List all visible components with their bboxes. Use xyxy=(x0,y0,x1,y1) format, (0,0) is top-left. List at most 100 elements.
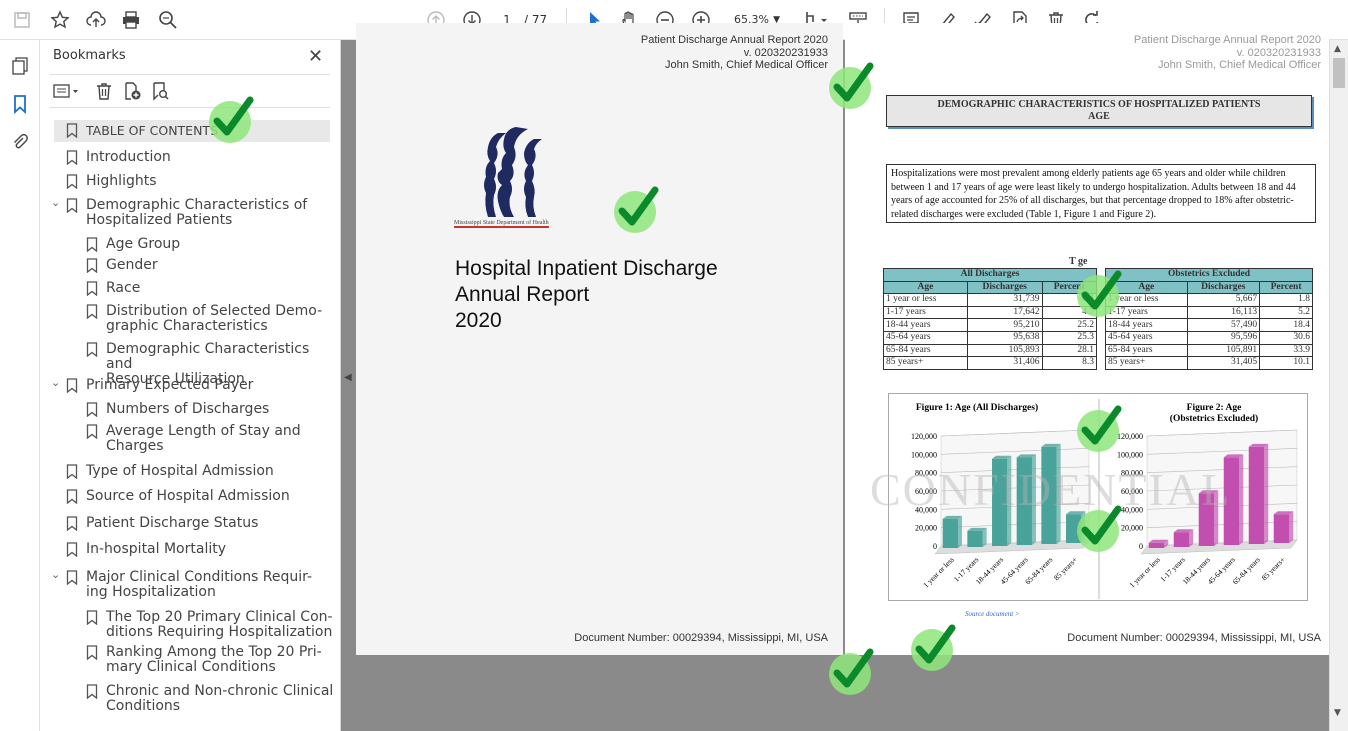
bookmark-icon xyxy=(86,304,98,320)
bookmark-toolbar xyxy=(50,74,330,108)
table-row: 65-84 years 105,891 33.9 xyxy=(1105,343,1313,358)
bookmark-item[interactable]: In-hospital Mortality xyxy=(40,542,340,558)
bar xyxy=(942,518,958,548)
bookmark-item[interactable]: Gender xyxy=(40,258,340,274)
bookmark-item[interactable]: Numbers of Discharges xyxy=(40,402,340,418)
y-tick-label: 0 xyxy=(933,542,937,551)
bookmark-item[interactable]: Source of Hospital Admission xyxy=(40,489,340,505)
page-header: Patient Discharge Annual Report 2020 v. … xyxy=(1134,34,1321,72)
new-bookmark-icon[interactable] xyxy=(122,81,144,103)
x-tick-label: 1 year or less xyxy=(1127,555,1162,590)
bookmark-icon xyxy=(66,198,78,214)
table-row: 45-64 years 95,638 25.3 xyxy=(883,330,1098,345)
bookmark-label-line: The Top 20 Primary Clinical Con- xyxy=(106,609,333,625)
bookmark-label: Introduction xyxy=(86,149,171,165)
bookmark-item[interactable]: TABLE OF CONTENTS xyxy=(54,120,330,142)
table-cell: 57,490 xyxy=(1186,318,1261,332)
page-demographics: Patient Discharge Annual Report 2020 v. … xyxy=(845,23,1329,655)
table-cell: 45-64 years xyxy=(1105,330,1188,345)
bookmark-item[interactable]: Highlights xyxy=(40,174,340,190)
bookmark-label-line: Chronic and Non-chronic Clinical xyxy=(106,683,334,699)
chevron-down-icon[interactable]: ⌄ xyxy=(51,375,60,390)
cloud-upload-icon[interactable] xyxy=(84,8,108,32)
chart-title: Figure 1: Age (All Discharges) xyxy=(916,402,1038,413)
bookmark-item[interactable]: Patient Discharge Status xyxy=(40,516,340,532)
bookmark-item[interactable]: Average Length of Stay and Charges xyxy=(40,424,340,456)
chevron-down-icon[interactable]: ⌄ xyxy=(51,567,60,582)
table-cell: 95,596 xyxy=(1186,330,1261,345)
bookmark-item[interactable]: ⌄ Major Clinical Conditions Requir-ing Ho… xyxy=(40,567,340,602)
scroll-thumb[interactable] xyxy=(1333,58,1345,88)
checkmark-icon xyxy=(1074,270,1122,318)
bookmark-item[interactable]: Race xyxy=(40,281,340,297)
bookmark-icon xyxy=(86,424,98,440)
bookmark-label-line: ing Hospitalization xyxy=(86,584,216,600)
bookmark-label-line: Average Length of Stay and xyxy=(106,423,301,439)
page-footer: Document Number: 00029394, Mississippi, … xyxy=(574,632,828,644)
bookmark-label: The Top 20 Primary Clinical Con-ditions … xyxy=(106,610,333,640)
vertical-scrollbar[interactable]: ▲ ▼ xyxy=(1329,40,1348,731)
bookmark-item[interactable]: Type of Hospital Admission xyxy=(40,464,340,480)
bookmark-item[interactable]: Age Group xyxy=(40,237,340,253)
table-cell: 31,406 xyxy=(966,356,1043,370)
close-icon[interactable]: ✕ xyxy=(308,46,323,67)
header-line: v. 020320231933 xyxy=(743,46,828,59)
chart-title: (Obstetrics Excluded) xyxy=(1170,413,1258,424)
bookmark-label: Ranking Among the Top 20 Pri-mary Clinic… xyxy=(106,645,322,675)
table-row: 1-17 years17,6424.7 xyxy=(883,305,1098,320)
table-cell: 1 year or less xyxy=(883,293,968,307)
save-icon[interactable] xyxy=(10,8,34,32)
print-icon[interactable] xyxy=(119,8,143,32)
attachment-icon[interactable] xyxy=(10,132,32,154)
table-group-header: Obstetrics Excluded xyxy=(1105,268,1313,282)
source-document-link[interactable]: Source document > xyxy=(965,610,1020,618)
bookmark-item[interactable]: ⌄ Primary Expected Payer xyxy=(40,375,340,394)
bookmark-item[interactable]: The Top 20 Primary Clinical Con-ditions … xyxy=(40,610,340,642)
checkmark-icon xyxy=(1074,405,1122,453)
header-line: Patient Discharge Annual Report 2020 xyxy=(640,34,828,46)
bookmark-label-line: Hospitalized Patients xyxy=(86,212,233,228)
y-tick-label: 120,000 xyxy=(911,432,937,441)
bookmark-icon xyxy=(86,402,98,418)
cover-title-line: 2020 xyxy=(455,309,502,332)
bookmark-label-line: ditions Requiring Hospitalization xyxy=(106,624,333,640)
chevron-down-icon[interactable]: ⌄ xyxy=(51,195,60,210)
bar xyxy=(967,530,983,547)
table-cell: 85 years+ xyxy=(1105,356,1188,370)
collapse-panel-arrow-icon[interactable]: ◀ xyxy=(344,372,352,383)
find-bookmark-icon[interactable] xyxy=(150,81,172,103)
scroll-up-icon[interactable]: ▲ xyxy=(1334,44,1341,54)
checkmark-icon xyxy=(908,624,956,672)
page-thumbnails-icon[interactable] xyxy=(10,56,32,78)
bookmark-icon xyxy=(66,542,78,558)
table-cell: 95,638 xyxy=(966,330,1043,345)
header-line: Patient Discharge Annual Report 2020 xyxy=(1133,34,1321,46)
page-header: Patient Discharge Annual Report 2020 v. … xyxy=(641,34,828,72)
bookmark-label: Type of Hospital Admission xyxy=(86,463,274,479)
bookmark-item[interactable]: Ranking Among the Top 20 Pri-mary Clinic… xyxy=(40,645,340,677)
bookmark-panel-icon[interactable] xyxy=(10,94,32,116)
bookmark-item[interactable]: Distribution of Selected Demo-graphic Ch… xyxy=(40,304,340,336)
delete-bookmark-icon[interactable] xyxy=(94,81,116,103)
table-row: 18-44 years 95,210 25.2 xyxy=(883,318,1098,332)
bookmark-item[interactable]: Chronic and Non-chronic Clinical Conditio… xyxy=(40,684,340,716)
bookmark-label: Race xyxy=(106,280,141,296)
bookmark-item[interactable]: ⌄ Demographic Characteristics of Hospitali… xyxy=(40,195,340,230)
bookmark-icon xyxy=(86,645,98,661)
star-icon[interactable] xyxy=(48,8,72,32)
bookmarks-panel: Bookmarks ✕ TABLE OF CONTENTS Introductio… xyxy=(40,40,341,731)
search-icon[interactable] xyxy=(156,8,180,32)
bookmark-label: Numbers of Discharges xyxy=(106,401,270,417)
bookmark-item[interactable]: Introduction xyxy=(40,150,340,166)
table-cell: 25.3 xyxy=(1041,330,1098,345)
scroll-down-icon[interactable]: ▼ xyxy=(1334,708,1341,718)
checkmark-icon xyxy=(826,648,874,696)
chart-title: Figure 2: Age xyxy=(1187,403,1242,413)
options-menu-icon[interactable] xyxy=(52,81,82,103)
table-cell: 8.3 xyxy=(1041,356,1098,370)
bookmark-item[interactable]: Demographic Characteristics and Resource … xyxy=(40,342,340,387)
table-cell: 18.4 xyxy=(1259,318,1313,332)
bookmark-icon xyxy=(86,342,98,358)
bookmark-icon xyxy=(66,123,78,139)
checkmark-icon xyxy=(1074,505,1122,553)
